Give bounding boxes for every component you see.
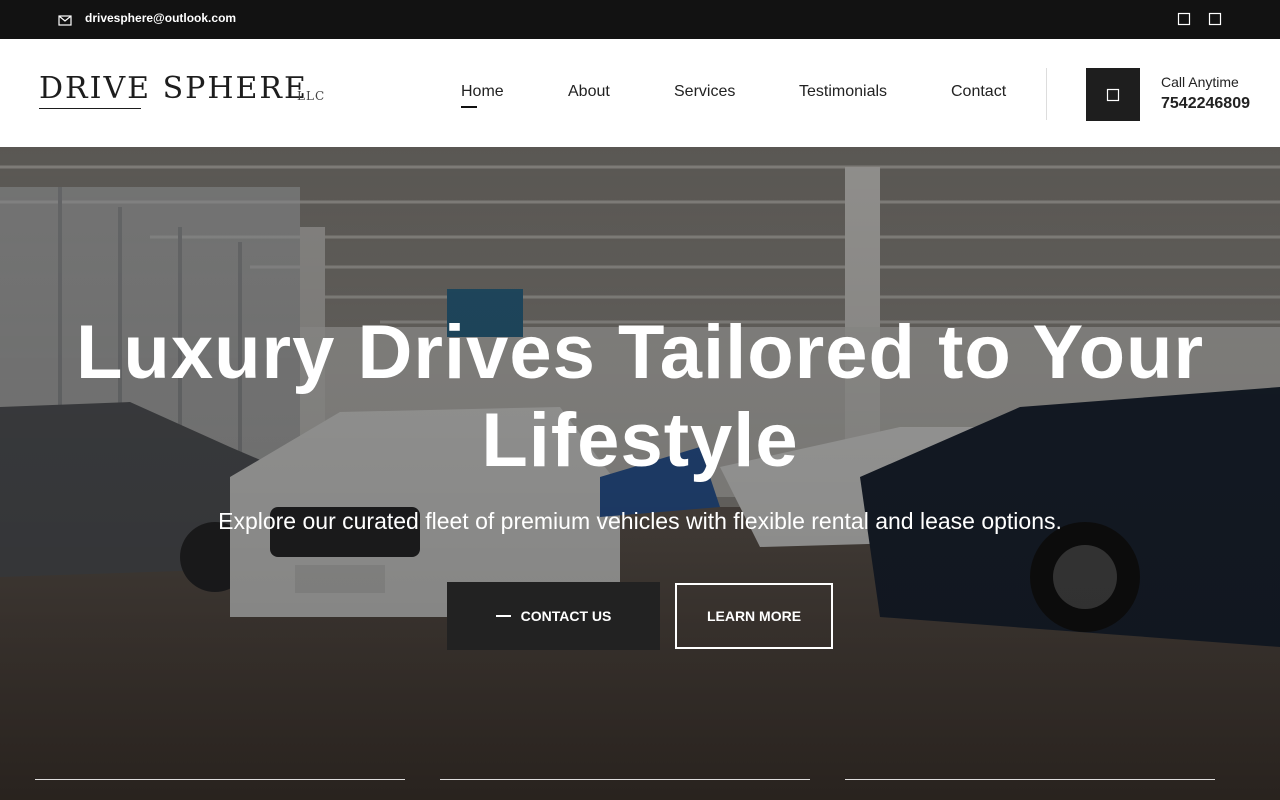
phone-number-link[interactable]: 7542246809: [1161, 95, 1250, 113]
top-bar: drivesphere@outlook.com: [0, 0, 1280, 39]
logo-suffix: LLC: [297, 89, 326, 103]
hero-divider-line: [440, 779, 810, 780]
nav-about[interactable]: About: [568, 83, 610, 101]
hero-divider-line: [845, 779, 1215, 780]
call-anytime-label: Call Anytime: [1161, 74, 1239, 90]
nav-active-indicator: [461, 106, 477, 108]
nav-services[interactable]: Services: [674, 83, 735, 101]
contact-us-label: CONTACT US: [520, 608, 612, 624]
envelope-icon: [58, 15, 72, 26]
contact-email-link[interactable]: drivesphere@outlook.com: [85, 11, 236, 25]
instagram-icon[interactable]: [1208, 12, 1222, 26]
facebook-icon[interactable]: [1177, 12, 1191, 26]
site-header: DRIVE SPHERE LLC Home About Services Tes…: [0, 39, 1280, 147]
logo-underline: [39, 108, 141, 109]
learn-more-label: LEARN MORE: [706, 608, 802, 624]
nav-home[interactable]: Home: [461, 83, 504, 108]
contact-us-button[interactable]: CONTACT US: [447, 582, 660, 650]
site-logo[interactable]: DRIVE SPHERE LLC: [39, 71, 329, 121]
dash-icon: [495, 615, 511, 617]
hero-section: Luxury Drives Tailored to Your Lifestyle…: [0, 147, 1280, 800]
logo-text: DRIVE SPHERE: [39, 71, 308, 106]
learn-more-button[interactable]: LEARN MORE: [675, 583, 833, 649]
phone-icon: [1106, 88, 1120, 102]
hero-divider-line: [35, 779, 405, 780]
hero-title: Luxury Drives Tailored to Your Lifestyle: [75, 310, 1205, 483]
nav-testimonials[interactable]: Testimonials: [799, 83, 887, 101]
header-divider: [1046, 68, 1047, 120]
nav-home-label: Home: [461, 83, 504, 100]
hero-subtitle: Explore our curated fleet of premium veh…: [218, 508, 1062, 534]
nav-contact[interactable]: Contact: [951, 83, 1006, 101]
call-button[interactable]: [1086, 68, 1140, 121]
